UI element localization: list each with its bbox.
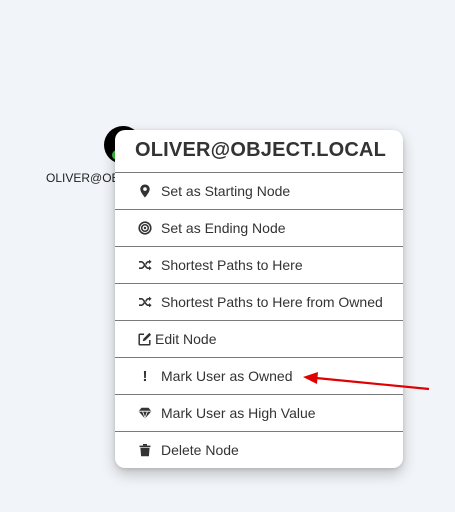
bullseye-icon [137,220,153,236]
shortest-paths-here-item[interactable]: Shortest Paths to Here [115,247,403,284]
delete-node-item[interactable]: Delete Node [115,432,403,468]
menu-item-label: Set as Ending Node [161,220,286,236]
menu-item-label: Mark User as High Value [161,405,316,421]
mark-owned-item[interactable]: ! Mark User as Owned [115,358,403,395]
set-starting-node-item[interactable]: Set as Starting Node [115,173,403,210]
trash-icon [137,442,153,458]
menu-item-label: Shortest Paths to Here from Owned [161,294,383,310]
menu-item-label: Set as Starting Node [161,183,291,199]
set-ending-node-item[interactable]: Set as Ending Node [115,210,403,247]
menu-item-label: Mark User as Owned [161,368,293,384]
context-menu-title: OLIVER@OBJECT.LOCAL [115,130,403,173]
graph-canvas[interactable]: OLIVER@OBJECT.LOCAL OLIVER@OBJECT.LOCAL … [0,0,455,512]
menu-item-label: Shortest Paths to Here [161,257,303,273]
exclamation-icon: ! [142,367,148,385]
shuffle-icon [137,257,153,273]
menu-item-label: Edit Node [155,331,217,347]
node-context-menu: OLIVER@OBJECT.LOCAL Set as Starting Node… [115,130,403,468]
edit-icon [137,331,153,347]
map-marker-icon [137,183,153,199]
gem-icon [137,405,153,421]
mark-high-value-item[interactable]: Mark User as High Value [115,395,403,432]
menu-item-label: Delete Node [161,442,239,458]
shuffle-icon [137,294,153,310]
shortest-paths-from-owned-item[interactable]: Shortest Paths to Here from Owned [115,284,403,321]
edit-node-item[interactable]: Edit Node [115,321,403,358]
